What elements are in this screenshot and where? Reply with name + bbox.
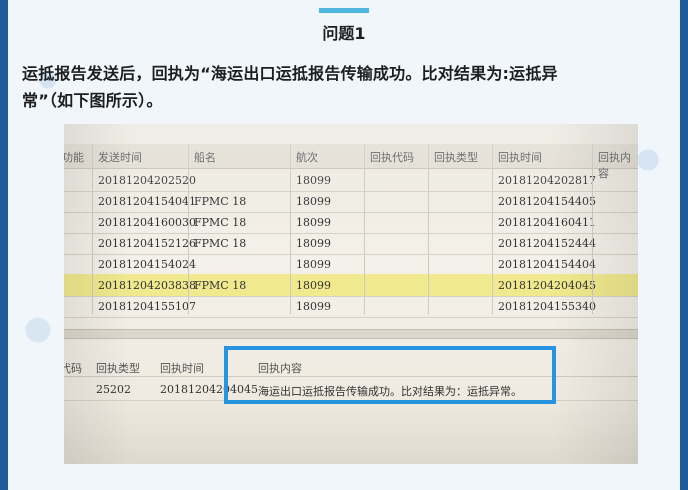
col-header-receipt-code: 回执代码: [370, 151, 414, 164]
column-divider: [492, 144, 493, 314]
send-time-cell: 20181204154024: [98, 258, 196, 271]
send-time-cell: 20181204155107: [98, 300, 196, 313]
send-time-cell: 20181204154041: [98, 195, 196, 208]
table-header: 功能 发送时间 船名 航次 回执代码 回执类型 回执时间 回执内容: [64, 144, 638, 180]
receipt-time-cell: 20181204155340: [498, 300, 596, 313]
column-divider: [92, 144, 93, 314]
receipt-time-cell: 20181204202817: [498, 174, 596, 187]
voyage-cell: 18099: [296, 195, 331, 208]
receipt-time-cell: 20181204152444: [498, 237, 596, 250]
send-time-cell: 20181204202520: [98, 174, 196, 187]
receipt-time-cell: 20181204204045: [498, 279, 596, 292]
table-row[interactable]: 20181204154041 FPMC 18 18099 20181204154405: [64, 190, 638, 213]
section-title: 问题1: [322, 24, 366, 43]
table-row[interactable]: 20181204160030 FPMC 18 18099 20181204160411: [64, 211, 638, 234]
pane-splitter[interactable]: [64, 329, 638, 339]
column-divider: [188, 144, 189, 314]
detail-header-receipt-type: 回执类型: [96, 362, 140, 375]
receipt-time-cell: 20181204154405: [498, 195, 596, 208]
column-divider: [290, 144, 291, 314]
column-divider: [428, 144, 429, 314]
voyage-cell: 18099: [296, 237, 331, 250]
col-header-send-time: 发送时间: [98, 151, 142, 164]
accent-bar: [319, 8, 369, 13]
voyage-cell: 18099: [296, 279, 331, 292]
send-time-cell: 20181204203838: [98, 279, 196, 292]
description-line-1: 运抵报告发送后，回执为“海运出口运抵报告传输成功。比对结果为:运抵异: [22, 64, 558, 83]
column-divider: [364, 144, 365, 314]
column-divider: [592, 144, 593, 314]
content-card: 问题1 运抵报告发送后，回执为“海运出口运抵报告传输成功。比对结果为:运抵异 常…: [8, 0, 680, 490]
voyage-cell: 18099: [296, 300, 331, 313]
detail-header-code: 代码: [64, 362, 82, 375]
table-row[interactable]: 20181204202520 18099 20181204202817: [64, 169, 638, 192]
receipt-time-cell: 20181204154404: [498, 258, 596, 271]
ship-cell: FPMC 18: [194, 279, 247, 292]
highlight-box: [224, 346, 556, 404]
voyage-cell: 18099: [296, 174, 331, 187]
table-row[interactable]: 20181204203838 FPMC 18 18099 20181204204045: [64, 274, 638, 297]
col-header-function: 功能: [64, 151, 84, 164]
voyage-cell: 18099: [296, 258, 331, 271]
table-row[interactable]: 20181204154024 18099 20181204154404: [64, 253, 638, 276]
description-line-2: 常”（如下图所示）。: [22, 91, 163, 110]
receipt-time-cell: 20181204160411: [498, 216, 596, 229]
col-header-ship: 船名: [194, 151, 216, 164]
ship-cell: FPMC 18: [194, 216, 247, 229]
ship-cell: FPMC 18: [194, 195, 247, 208]
send-time-cell: 20181204160030: [98, 216, 196, 229]
table-row[interactable]: 20181204155107 18099 20181204155340: [64, 295, 638, 318]
col-header-voyage: 航次: [296, 151, 318, 164]
detail-header-receipt-time: 回执时间: [160, 362, 204, 375]
col-header-receipt-type: 回执类型: [434, 151, 478, 164]
table-row[interactable]: 20181204152126 FPMC 18 18099 20181204152444: [64, 232, 638, 255]
description-text: 运抵报告发送后，回执为“海运出口运抵报告传输成功。比对结果为:运抵异 常”（如下…: [22, 60, 672, 114]
col-header-receipt-time: 回执时间: [498, 151, 542, 164]
ship-cell: FPMC 18: [194, 237, 247, 250]
send-time-cell: 20181204152126: [98, 237, 196, 250]
detail-receipt-type[interactable]: 25202: [96, 383, 131, 396]
voyage-cell: 18099: [296, 216, 331, 229]
screenshot-photo: 功能 发送时间 船名 航次 回执代码 回执类型 回执时间 回执内容 201812…: [64, 124, 638, 464]
